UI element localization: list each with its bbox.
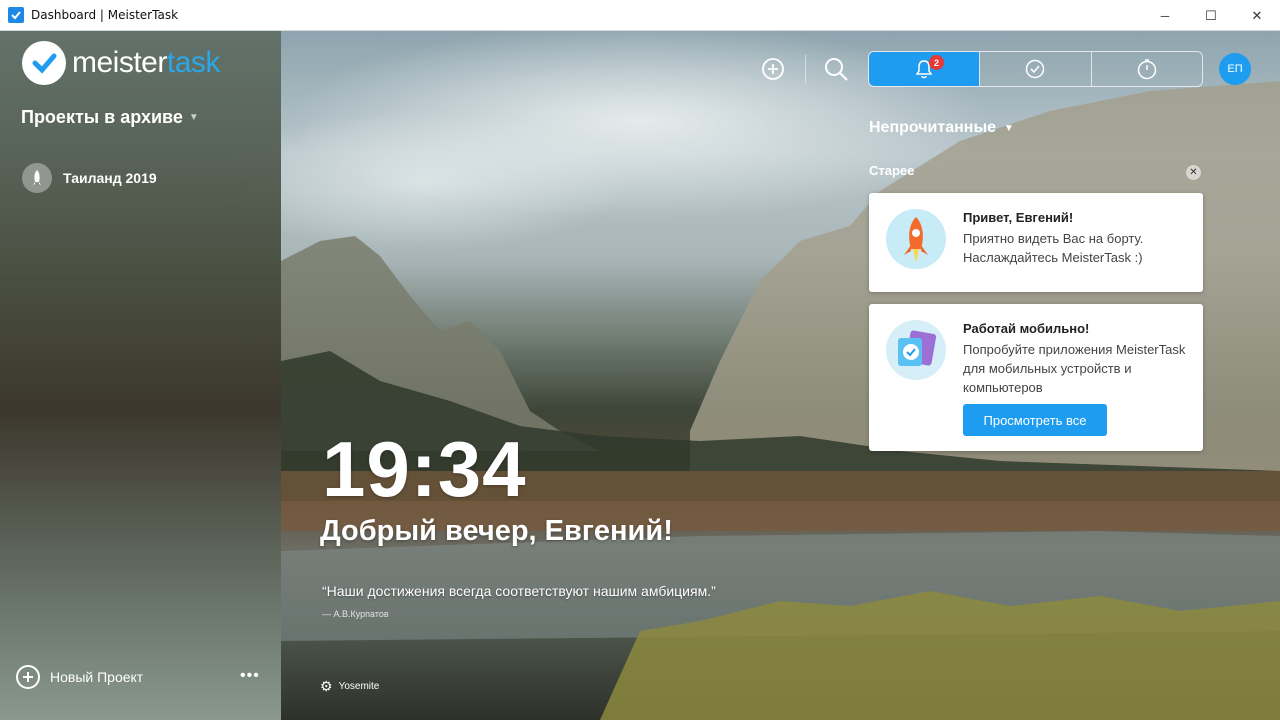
clock-time: 19:34 — [322, 425, 527, 513]
toolbar-divider — [805, 55, 806, 83]
rocket-icon — [22, 163, 52, 193]
plus-icon — [16, 665, 40, 689]
logo-word-task: task — [166, 46, 221, 79]
tab-notifications[interactable]: 2 — [869, 52, 980, 86]
tab-time-tracking[interactable] — [1090, 52, 1202, 86]
app-check-icon — [8, 7, 24, 23]
notification-body: Попробуйте приложения MeisterTask для мо… — [963, 342, 1186, 395]
notification-title: Работай мобильно! — [963, 321, 1090, 336]
maximize-icon: ☐ — [1205, 7, 1217, 23]
notification-card[interactable]: Привет, Евгений! Приятно видеть Вас на б… — [869, 193, 1203, 292]
add-icon — [762, 58, 784, 80]
minimize-button[interactable]: ─ — [1142, 0, 1188, 31]
projects-filter-dropdown[interactable]: Проекты в архиве ▼ — [21, 107, 199, 128]
tab-tasks[interactable] — [979, 52, 1090, 86]
more-options-button[interactable]: ••• — [240, 667, 260, 685]
close-button[interactable]: ✕ — [1234, 0, 1280, 31]
user-avatar[interactable]: ЕП — [1219, 53, 1251, 85]
logo-check-icon — [22, 41, 66, 85]
toolbar-tab-group: 2 — [868, 51, 1203, 87]
app-area: meistertask Проекты в архиве ▼ Таиланд 2… — [0, 31, 1280, 720]
new-project-button[interactable]: Новый Проект — [16, 665, 143, 689]
maximize-button[interactable]: ☐ — [1188, 0, 1234, 31]
project-label: Таиланд 2019 — [63, 170, 157, 186]
notification-card[interactable]: Работай мобильно! Попробуйте приложения … — [869, 304, 1203, 451]
meistertask-logo[interactable]: meistertask — [22, 41, 220, 85]
devices-icon — [886, 320, 946, 380]
project-item[interactable]: Таиланд 2019 — [22, 163, 157, 193]
new-project-label: Новый Проект — [50, 669, 144, 685]
window-title: Dashboard | MeisterTask — [31, 8, 179, 22]
view-all-button[interactable]: Просмотреть все — [963, 404, 1107, 436]
gear-icon: ⚙ — [320, 678, 333, 694]
quote-author: — А.В.Курпатов — [322, 609, 389, 619]
notifications-filter-label: Непрочитанные — [869, 119, 997, 136]
stopwatch-icon — [1137, 59, 1157, 80]
notification-count-badge: 2 — [929, 55, 944, 70]
chevron-down-icon: ▼ — [1004, 122, 1014, 134]
projects-filter-label: Проекты в архиве — [21, 107, 183, 127]
logo-wordmark: meistertask — [72, 46, 220, 80]
search-button[interactable] — [822, 55, 850, 83]
window-titlebar: Dashboard | MeisterTask ─ ☐ ✕ — [0, 0, 1280, 31]
rocket-icon — [886, 209, 946, 269]
dismiss-all-button[interactable]: ✕ — [1186, 165, 1201, 180]
background-name: Yosemite — [338, 681, 380, 692]
minimize-icon: ─ — [1160, 8, 1170, 23]
add-button[interactable] — [759, 55, 787, 83]
background-settings-button[interactable]: ⚙ Yosemite — [320, 678, 379, 695]
search-icon — [825, 58, 848, 81]
logo-word-meister: meister — [72, 46, 167, 79]
notification-title: Привет, Евгений! — [963, 210, 1074, 225]
sidebar: meistertask Проекты в архиве ▼ Таиланд 2… — [0, 31, 281, 720]
notification-body: Приятно видеть Вас на борту. Наслаждайте… — [963, 231, 1144, 265]
notification-group-label: Старее — [869, 163, 915, 178]
greeting-text: Добрый вечер, Евгений! — [320, 515, 673, 547]
close-icon: ✕ — [1251, 7, 1263, 23]
check-circle-icon — [1026, 59, 1045, 79]
quote-text: “Наши достижения всегда соответствуют на… — [322, 583, 716, 599]
notifications-filter-dropdown[interactable]: Непрочитанные ▼ — [869, 119, 1014, 137]
chevron-down-icon: ▼ — [188, 112, 199, 123]
